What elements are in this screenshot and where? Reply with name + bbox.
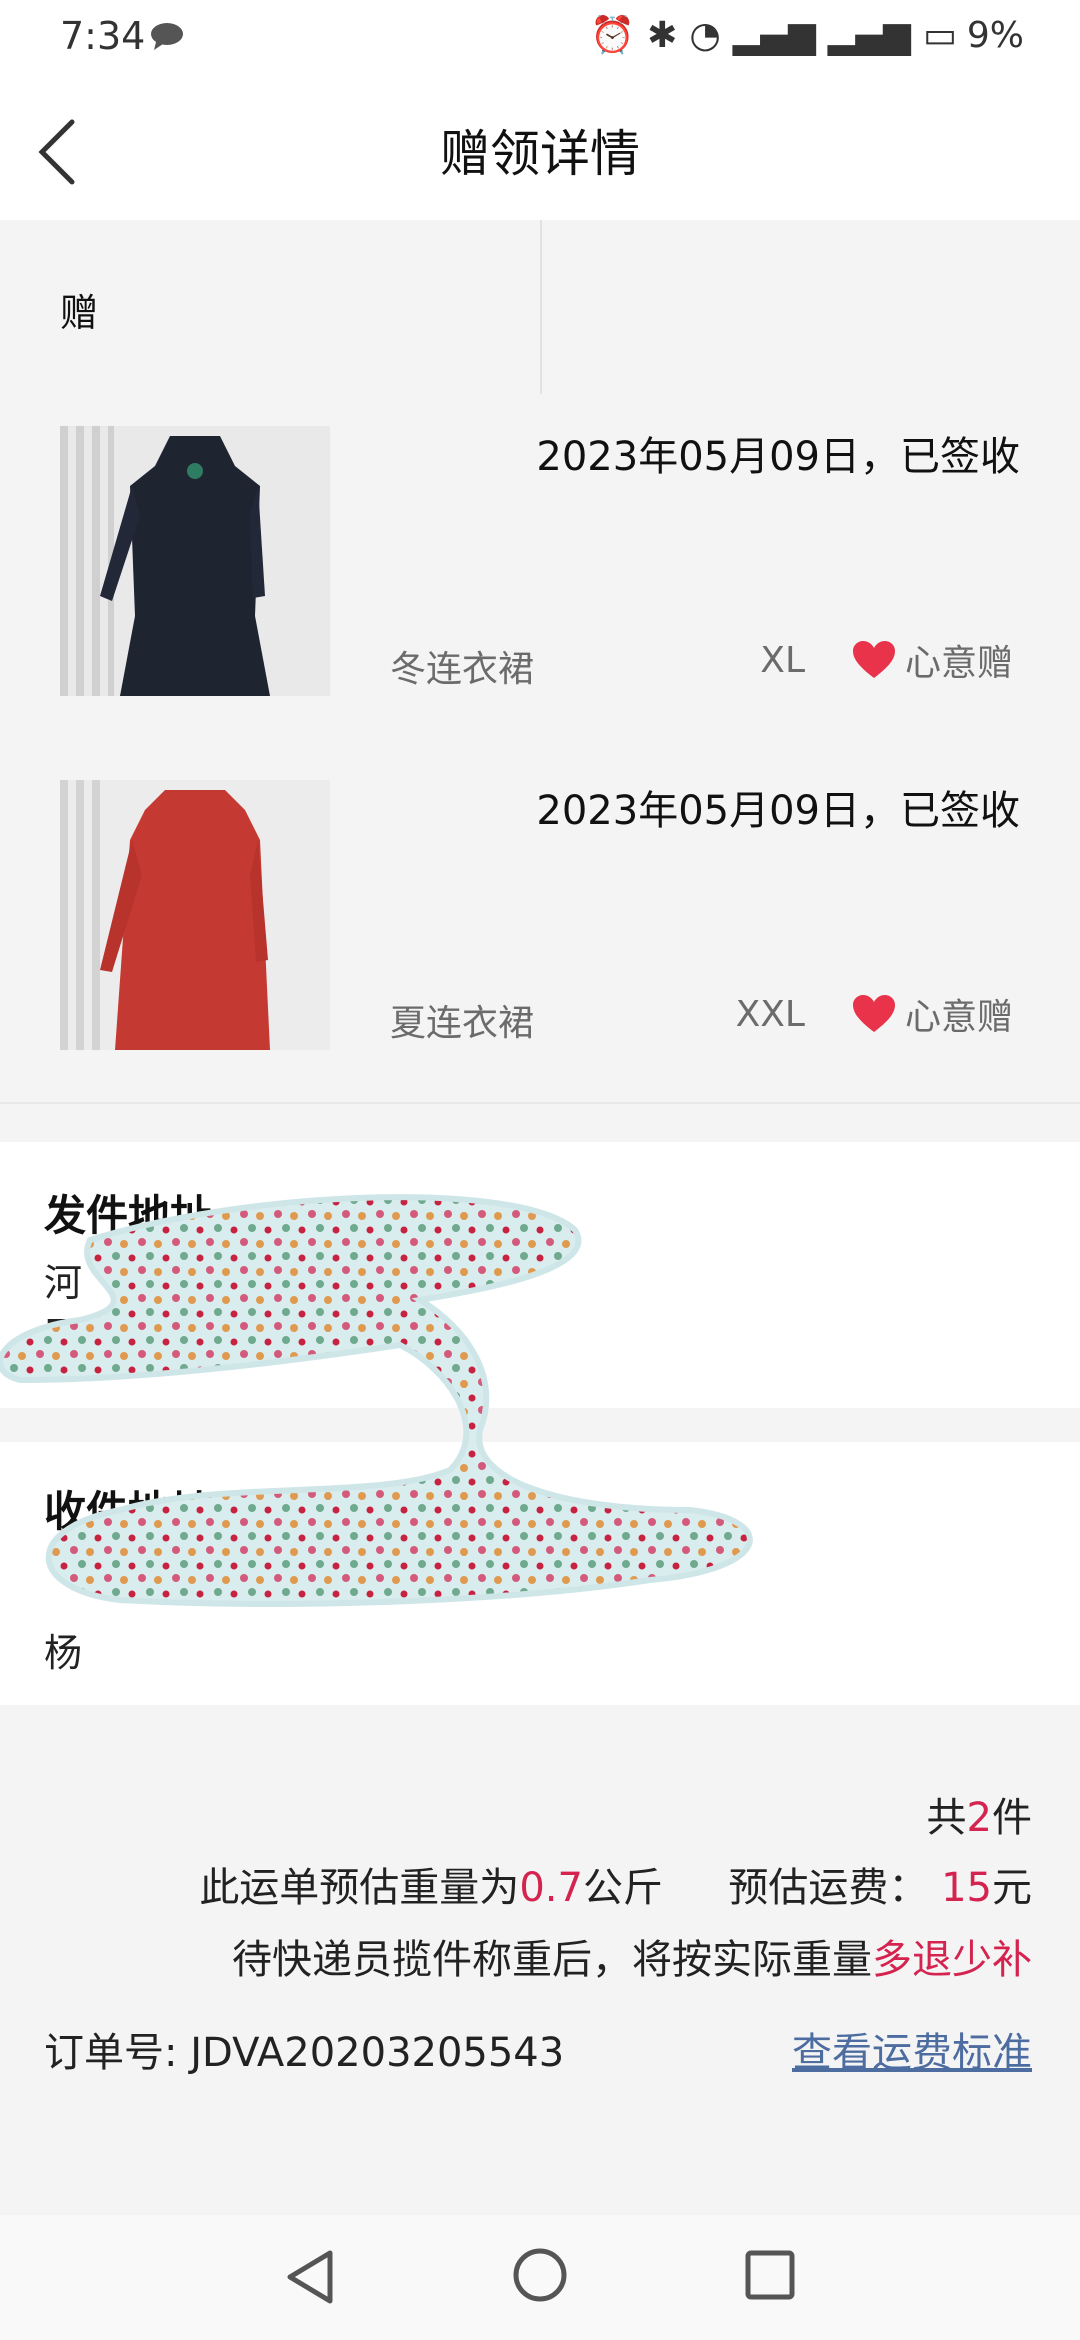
nav-back-icon[interactable] — [282, 2247, 338, 2307]
item-tag: 心意赠 — [851, 634, 1013, 686]
nav-recent-icon[interactable] — [744, 2249, 796, 2301]
order-number-line: 订单号: JDVA20203205543 — [44, 2020, 564, 2078]
redaction-scribble — [0, 1194, 753, 1607]
tab-give-label: 赠 — [60, 291, 99, 335]
tab-bar: 赠 — [0, 220, 1080, 396]
weight-value: 0.7 — [519, 1865, 583, 1911]
item-tag-label: 心意赠 — [904, 997, 1013, 1038]
weight-fee-line: 此运单预估重量为0.7公斤 预估运费： 15元 — [199, 1855, 1032, 1913]
nav-home-icon[interactable] — [512, 2247, 568, 2303]
item-size: XXL — [735, 994, 805, 1035]
header: 赠领详情 — [0, 80, 1080, 220]
status-right: ⏰ ✱ ◔ ▂▄▆ ▂▄▆ ▭ 9% — [590, 14, 1024, 57]
note-text: 待快递员揽件称重后，将按实际重量 — [232, 1937, 872, 1983]
total-prefix: 共 — [926, 1795, 967, 1841]
item-image — [60, 780, 330, 1050]
order-label: 订单号: — [44, 2030, 178, 2076]
weight-prefix: 此运单预估重量为 — [199, 1865, 520, 1911]
fee-value: 15 — [941, 1865, 992, 1911]
view-fee-standard-link[interactable]: 查看运费标准 — [792, 2020, 1032, 2078]
total-suffix: 件 — [992, 1795, 1032, 1841]
heart-icon — [852, 995, 895, 1032]
item-name: 夏连衣裙 — [390, 1003, 535, 1044]
heart-icon — [852, 641, 895, 678]
signal-icon: ▂▄▆ — [732, 14, 816, 56]
message-icon — [151, 23, 183, 50]
note-highlight: 多退少补 — [872, 1937, 1032, 1983]
battery-icon: ▭ — [922, 14, 957, 56]
item-tag-label: 心意赠 — [904, 643, 1013, 684]
item-tag: 心意赠 — [851, 988, 1013, 1040]
list-item[interactable]: 2023年05月09日，已签收 夏连衣裙 XXL 心意赠 — [0, 748, 1080, 1104]
page-title: 赠领详情 — [440, 125, 640, 183]
signal-icon-2: ▂▄▆ — [827, 14, 911, 56]
item-date-status: 2023年05月09日，已签收 — [536, 788, 1020, 834]
status-bar: 7:34 ⏰ ✱ ◔ ▂▄▆ ▂▄▆ ▭ 9% — [0, 0, 1080, 80]
shipping-summary: 共2件 此运单预估重量为0.7公斤 预估运费： 15元 待快递员揽件称重后，将按… — [0, 1705, 1080, 2215]
weight-unit: 公斤 — [582, 1865, 663, 1911]
order-number: JDVA20203205543 — [190, 2030, 565, 2076]
item-size: XL — [760, 640, 805, 681]
total-count-line: 共2件 — [927, 1785, 1032, 1843]
tab-give[interactable]: 赠 — [0, 220, 542, 394]
status-time: 7:34 — [60, 14, 146, 58]
system-nav-bar — [0, 2215, 1080, 2340]
list-item[interactable]: 2023年05月09日，已签收 冬连衣裙 XL 心意赠 — [0, 394, 1080, 750]
item-image — [60, 426, 330, 696]
weight-note-line: 待快递员揽件称重后，将按实际重量多退少补 — [232, 1927, 1032, 1985]
fee-label: 预估运费： — [728, 1865, 929, 1911]
bluetooth-icon: ✱ — [647, 14, 678, 56]
alarm-icon: ⏰ — [590, 15, 636, 56]
battery-percent: 9% — [966, 14, 1024, 56]
item-date-status: 2023年05月09日，已签收 — [536, 434, 1020, 480]
total-count: 2 — [966, 1795, 992, 1841]
wifi-icon: ◔ — [689, 14, 721, 56]
item-name: 冬连衣裙 — [390, 649, 535, 690]
fee-unit: 元 — [992, 1865, 1032, 1911]
